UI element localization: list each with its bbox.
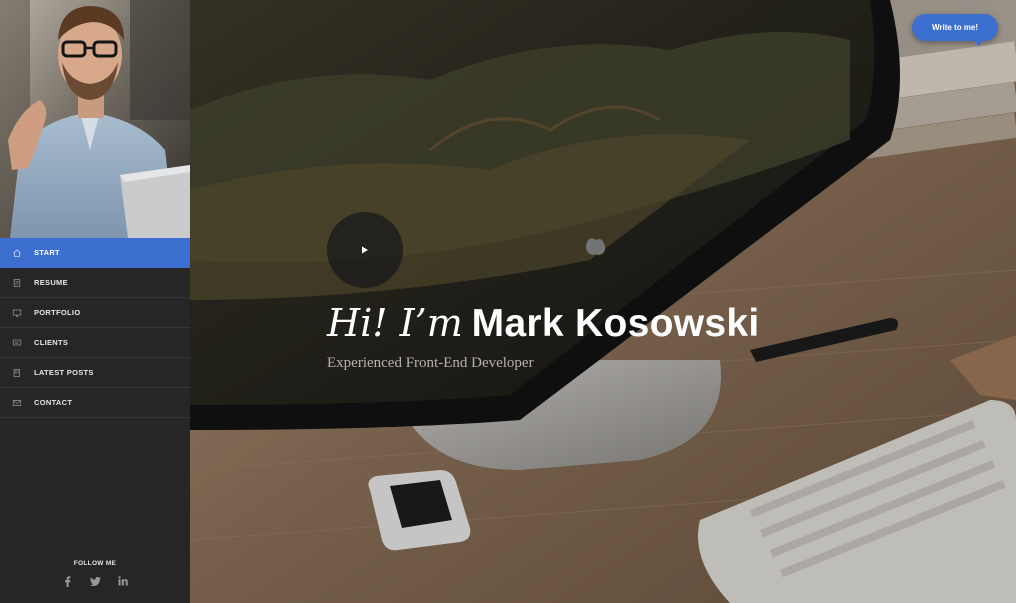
home-icon <box>0 248 34 258</box>
nav-label: Resume <box>34 278 68 287</box>
follow-title: Follow Me <box>73 560 117 567</box>
app-root: Start Resume Portfolio Clients <box>0 0 1016 603</box>
hero-section: Hi! I’m Mark Kosowski Experienced Front-… <box>190 0 1016 603</box>
chat-icon <box>0 338 34 348</box>
envelope-icon <box>0 398 34 408</box>
play-icon <box>361 241 369 259</box>
facebook-icon[interactable] <box>61 575 73 587</box>
write-to-me-button[interactable]: Write to me! <box>912 14 998 47</box>
document-icon <box>0 278 34 288</box>
hero-greeting: Hi! I’m <box>327 301 463 345</box>
profile-photo <box>0 0 190 238</box>
sidebar: Start Resume Portfolio Clients <box>0 0 190 603</box>
hero-heading: Hi! I’m Mark Kosowski <box>327 304 760 343</box>
social-links <box>0 575 190 587</box>
nav-item-start[interactable]: Start <box>0 238 190 268</box>
nav-label: Portfolio <box>34 308 81 317</box>
nav-item-resume[interactable]: Resume <box>0 268 190 298</box>
nav-item-clients[interactable]: Clients <box>0 328 190 358</box>
nav-item-portfolio[interactable]: Portfolio <box>0 298 190 328</box>
play-button[interactable] <box>327 212 403 288</box>
nav-item-latest-posts[interactable]: Latest Posts <box>0 358 190 388</box>
book-icon <box>0 368 34 378</box>
linkedin-icon[interactable] <box>117 575 129 587</box>
sidebar-nav: Start Resume Portfolio Clients <box>0 238 190 418</box>
nav-label: Contact <box>34 398 73 407</box>
nav-label: Clients <box>34 338 69 347</box>
nav-item-contact[interactable]: Contact <box>0 388 190 418</box>
twitter-icon[interactable] <box>89 575 101 587</box>
nav-label: Latest Posts <box>34 368 94 377</box>
nav-label: Start <box>34 248 60 257</box>
hero-subtitle: Experienced Front-End Developer <box>327 355 534 371</box>
follow-section: Follow Me <box>0 560 190 587</box>
monitor-icon <box>0 308 34 318</box>
hero-name: Mark Kosowski <box>471 302 760 345</box>
